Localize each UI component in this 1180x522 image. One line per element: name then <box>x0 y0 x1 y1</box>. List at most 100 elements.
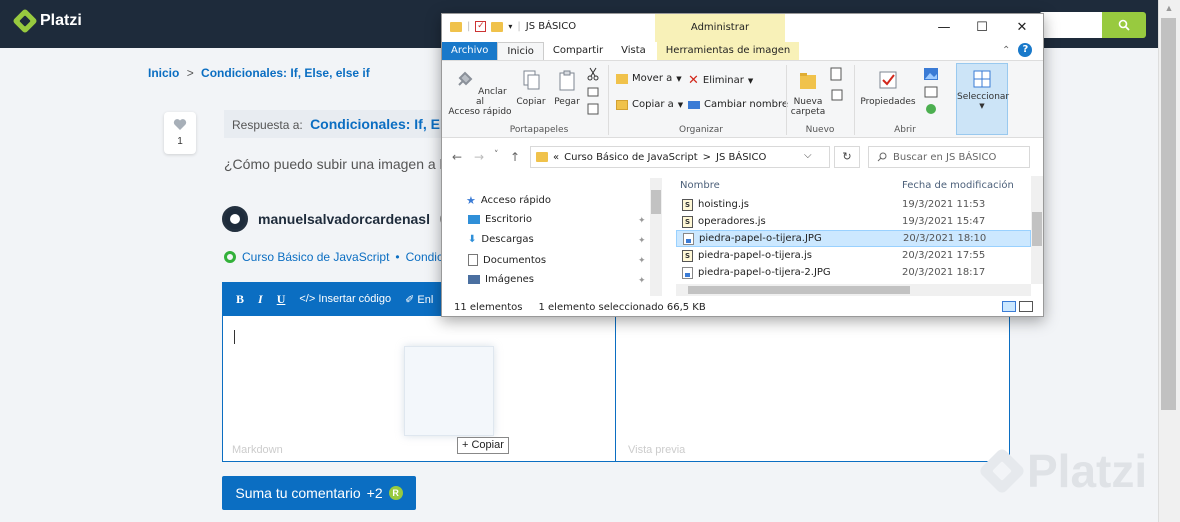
maximize-button[interactable]: ☐ <box>964 18 1000 38</box>
ribbon-separator <box>854 65 855 135</box>
tab-compartir[interactable]: Compartir <box>544 42 612 60</box>
download-arrow-icon: ⬇ <box>468 234 477 245</box>
column-header-date[interactable]: Fecha de modificación <box>902 180 1014 191</box>
copy-to-button[interactable]: Copiar a ▼ <box>616 99 683 110</box>
minimize-button[interactable]: — <box>926 18 962 38</box>
italic-button[interactable]: I <box>258 292 263 307</box>
selection-info: 1 elemento seleccionado 66,5 KB <box>538 301 706 313</box>
group-new-label: Nuevo <box>805 125 835 135</box>
breadcrumb-home[interactable]: Inicio <box>148 66 179 80</box>
nav-item-documents[interactable]: Documentos <box>468 254 546 266</box>
site-search-input[interactable] <box>1040 12 1102 38</box>
file-list-vertical-scrollbar-thumb[interactable] <box>1032 212 1042 246</box>
quick-access-dropdown-icon[interactable]: ▾ <box>508 22 512 31</box>
cut-button[interactable] <box>586 67 600 118</box>
new-folder-quick-icon[interactable] <box>491 21 504 32</box>
edit-icon[interactable] <box>924 86 938 98</box>
large-icons-view-icon[interactable] <box>1019 301 1033 312</box>
drag-image-ghost <box>404 346 494 436</box>
properties-quick-icon[interactable]: ✓ <box>475 21 487 32</box>
file-date: 19/3/2021 15:47 <box>902 216 986 227</box>
pin-icon: ✦ <box>638 256 646 266</box>
delete-x-icon: ✕ <box>688 73 699 88</box>
class-link[interactable]: Condic <box>406 250 443 264</box>
search-icon <box>877 152 887 162</box>
delete-button[interactable]: ✕ Eliminar ▼ <box>688 73 753 88</box>
underline-button[interactable]: U <box>277 292 286 307</box>
tab-vista[interactable]: Vista <box>612 42 655 60</box>
address-dropdown-icon[interactable]: ⌵ <box>804 150 812 161</box>
platzi-watermark: Platzi <box>977 444 1147 498</box>
paste-button[interactable]: Pegar <box>550 69 584 107</box>
easy-access-icon[interactable] <box>830 88 844 102</box>
platzi-logo[interactable]: Platzi <box>12 8 82 34</box>
help-icon[interactable]: ? <box>1018 43 1033 57</box>
page-scrollbar-thumb[interactable] <box>1161 18 1176 410</box>
tab-herramientas-imagen[interactable]: Herramientas de imagen <box>656 42 800 60</box>
window-title: JS BÁSICO <box>525 21 577 32</box>
file-explorer-window[interactable]: Administrar | ✓ ▾ | JS BÁSICO — ☐ ✕ Arch… <box>441 13 1044 317</box>
breadcrumb-current[interactable]: Condicionales: If, Else, else if <box>201 66 370 80</box>
history-icon[interactable] <box>924 103 938 115</box>
avatar[interactable] <box>222 206 248 232</box>
jpg-file-icon <box>682 266 693 279</box>
file-row[interactable]: piedra-papel-o-tijera.JPG 20/3/2021 18:10 <box>676 230 1031 247</box>
properties-button[interactable]: Propiedades <box>860 69 916 107</box>
nav-item-images[interactable]: Imágenes <box>468 274 534 285</box>
nav-item-downloads[interactable]: ⬇ Descargas <box>468 234 534 245</box>
tab-archivo[interactable]: Archivo <box>442 42 498 60</box>
column-header-name[interactable]: Nombre <box>680 180 720 191</box>
back-arrow-icon[interactable]: ← <box>452 150 462 164</box>
submit-comment-button[interactable]: Suma tu comentario +2 R <box>222 476 416 510</box>
pin-icon: ✦ <box>638 236 646 246</box>
scroll-up-arrow-icon[interactable]: ▲ <box>1158 0 1180 16</box>
move-to-button[interactable]: Mover a ▼ <box>616 73 682 84</box>
copy-to-icon <box>616 99 628 110</box>
heart-icon[interactable] <box>173 118 187 131</box>
insert-link-button[interactable]: ✐ Enl <box>405 293 433 306</box>
nav-pane-scrollbar-thumb[interactable] <box>651 190 661 214</box>
address-input[interactable]: « Curso Básico de JavaScript > JS BÁSICO <box>530 146 830 168</box>
open-button[interactable] <box>920 67 942 118</box>
file-row[interactable]: Soperadores.js 19/3/2021 15:47 <box>676 213 1031 230</box>
file-row[interactable]: piedra-papel-o-tijera-2.JPG 20/3/2021 18:… <box>676 264 1031 281</box>
context-tab-admin[interactable]: Administrar <box>655 14 785 42</box>
copy-path-icon[interactable] <box>587 87 599 97</box>
forward-arrow-icon[interactable]: → <box>474 150 484 164</box>
reply-to-title[interactable]: Condicionales: If, Else, <box>310 116 444 132</box>
navigation-pane: ★ Acceso rápido Escritorio ✦ ⬇ Descargas… <box>442 176 662 296</box>
course-link[interactable]: Curso Básico de JavaScript <box>242 250 389 264</box>
jpg-file-icon <box>683 232 694 245</box>
address-bar: ← → ˅ ↑ « Curso Básico de JavaScript > J… <box>442 142 1043 170</box>
refresh-button[interactable]: ↻ <box>834 146 860 168</box>
file-row[interactable]: Spiedra-papel-o-tijera.js 20/3/2021 17:55 <box>676 247 1031 264</box>
address-part-course[interactable]: Curso Básico de JavaScript <box>564 152 698 163</box>
nav-item-quick-access[interactable]: ★ Acceso rápido <box>466 194 551 207</box>
file-date: 20/3/2021 18:10 <box>903 233 987 244</box>
author-username[interactable]: manuelsalvadorcardenasl <box>258 211 430 227</box>
details-view-icon[interactable] <box>1002 301 1016 312</box>
insert-code-button[interactable]: </> Insertar código <box>299 293 391 305</box>
file-list-horizontal-scrollbar-thumb[interactable] <box>688 286 910 294</box>
like-card[interactable]: 1 <box>164 112 196 154</box>
recent-locations-icon[interactable]: ˅ <box>494 150 499 160</box>
select-button[interactable]: Seleccionar ▼ <box>956 63 1009 135</box>
address-part-folder[interactable]: JS BÁSICO <box>716 152 766 163</box>
copy-button[interactable]: Copiar <box>514 69 548 107</box>
folder-search-input[interactable]: Buscar en JS BÁSICO <box>868 146 1030 168</box>
rename-button[interactable]: Cambiar nombre <box>688 99 788 110</box>
new-folder-button[interactable]: Nueva carpeta <box>788 69 828 117</box>
tab-inicio[interactable]: Inicio <box>497 42 544 60</box>
window-title-area: | ✓ ▾ | JS BÁSICO <box>450 21 576 32</box>
site-search-button[interactable] <box>1102 12 1146 38</box>
up-arrow-icon[interactable]: ↑ <box>510 150 520 164</box>
ribbon-collapse-icon[interactable]: ⌃ <box>1002 45 1010 56</box>
nav-item-desktop[interactable]: Escritorio <box>468 214 532 225</box>
bold-button[interactable]: B <box>236 292 244 307</box>
new-item-button[interactable] <box>828 67 846 105</box>
ribbon-tabs: Archivo Inicio Compartir Vista Herramien… <box>442 42 1043 60</box>
file-row[interactable]: Shoisting.js 19/3/2021 11:53 <box>676 196 1031 213</box>
close-button[interactable]: ✕ <box>1004 18 1040 38</box>
paste-shortcut-icon[interactable] <box>587 103 599 115</box>
pin-quick-access-button[interactable]: Anclar al Acceso rápido <box>448 69 512 117</box>
